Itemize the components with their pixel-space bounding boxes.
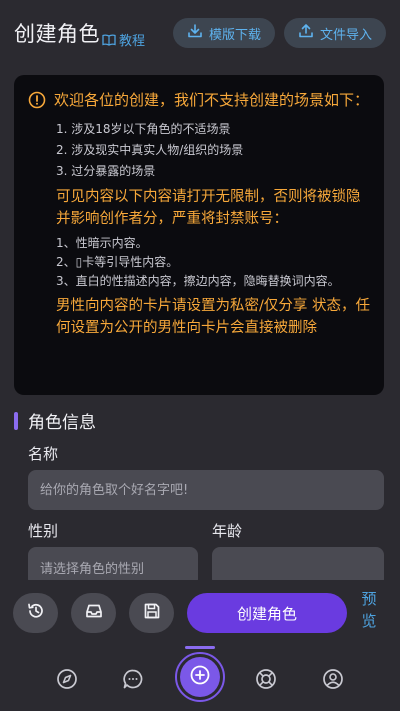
- lifebuoy-icon: [255, 668, 277, 694]
- preview-button[interactable]: 预览: [358, 588, 380, 632]
- restricted-content-list: 1、性暗示内容。 2、▯卡等引导性内容。 3、直白的性描述内容，擦边内容，隐晦替…: [56, 234, 370, 291]
- add-icon: [189, 664, 211, 690]
- import-label: 文件导入: [319, 27, 372, 43]
- list-item: 2、▯卡等引导性内容。: [56, 255, 179, 269]
- header: 创建角色 教程 模版下载 文件导入: [0, 0, 400, 66]
- male-card-note: 男性向内容的卡片请设置为私密/仅分享 状态，任何设置为公开的男性向卡片会直接被删…: [56, 298, 370, 336]
- nav-profile[interactable]: [320, 668, 346, 694]
- nav-chat[interactable]: [120, 668, 146, 694]
- compass-icon: [56, 668, 78, 694]
- list-item: 3、直白的性描述内容，擦边内容，隐晦替换词内容。: [56, 274, 340, 288]
- list-item: 2. 涉及现实中真实人物/组织的场景: [56, 143, 244, 157]
- restriction-warning: 可见内容以下内容请打开无限制，否则将被锁隐并影响创作者分，严重将封禁账号：: [56, 189, 361, 227]
- download-label: 模版下载: [208, 27, 261, 43]
- section-title: 角色信息: [28, 413, 96, 433]
- history-button[interactable]: [13, 593, 58, 633]
- warning-icon: [28, 91, 46, 115]
- notice-header: 欢迎各位的创建，我们不支持创建的场景如下：: [28, 89, 370, 115]
- nav-discover[interactable]: [54, 668, 80, 694]
- inbox-icon: [84, 601, 104, 625]
- nav-support[interactable]: [253, 668, 279, 694]
- content-policy-notice: 欢迎各位的创建，我们不支持创建的场景如下： 1. 涉及18岁以下角色的不适场景 …: [14, 75, 384, 395]
- file-import-button[interactable]: 文件导入: [284, 18, 386, 48]
- save-icon: [142, 601, 162, 625]
- save-button[interactable]: [129, 593, 174, 633]
- profile-icon: [322, 668, 344, 694]
- book-icon: [102, 33, 116, 46]
- notice-intro: 欢迎各位的创建，我们不支持创建的场景如下：: [54, 91, 370, 109]
- download-icon: [187, 23, 203, 43]
- history-icon: [26, 601, 46, 625]
- nav-create[interactable]: [175, 652, 225, 702]
- upload-icon: [298, 23, 314, 43]
- gender-placeholder: 请选择角色的性别: [40, 561, 145, 577]
- nav-create-inner: [180, 657, 220, 697]
- chat-icon: [122, 668, 144, 694]
- template-download-button[interactable]: 模版下载: [173, 18, 275, 48]
- gender-label: 性别: [28, 522, 59, 540]
- list-item: 1. 涉及18岁以下角色的不适场景: [56, 122, 231, 136]
- nav-active-indicator: [185, 646, 215, 649]
- tutorial-link[interactable]: 教程: [102, 30, 145, 49]
- tutorial-label: 教程: [119, 34, 146, 49]
- list-item: 3. 过分暴露的场景: [56, 164, 156, 178]
- create-character-button[interactable]: 创建角色: [187, 593, 347, 633]
- name-input[interactable]: [28, 470, 384, 510]
- unsupported-scenes-list: 1. 涉及18岁以下角色的不适场景 2. 涉及现实中真实人物/组织的场景 3. …: [56, 119, 370, 182]
- list-item: 1、性暗示内容。: [56, 236, 148, 250]
- age-label: 年龄: [212, 522, 243, 540]
- section-accent-bar: [14, 411, 18, 430]
- page-title: 创建角色: [14, 22, 100, 46]
- section-header: 角色信息: [14, 408, 96, 433]
- inbox-button[interactable]: [71, 593, 116, 633]
- name-label: 名称: [28, 445, 59, 463]
